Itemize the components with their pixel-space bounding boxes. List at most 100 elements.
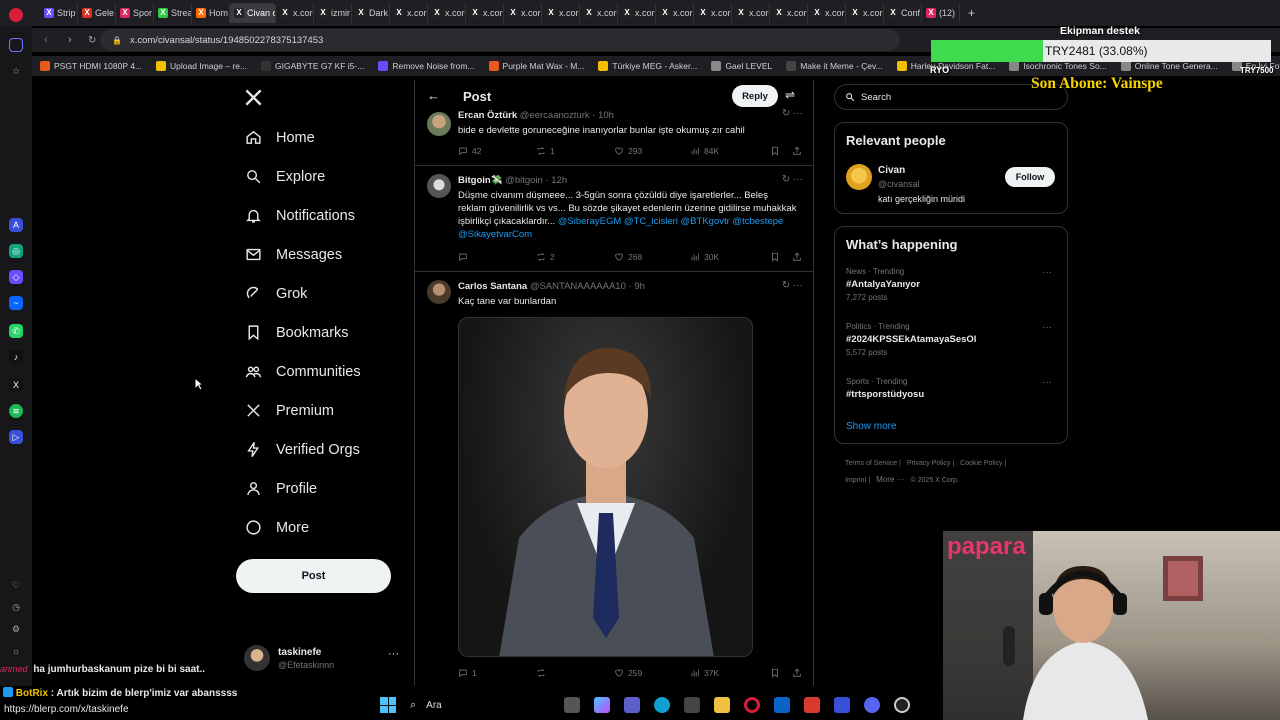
player-icon[interactable]: ▷	[9, 430, 23, 444]
bookmark-item[interactable]: Purple Mat Wax - M...	[488, 61, 584, 71]
tweet-item[interactable]: Carlos Santana @SANTANAAAAAA10 · 9h ↻ ··…	[415, 272, 813, 686]
back-arrow-icon[interactable]: ←	[427, 88, 440, 103]
folder-icon[interactable]	[714, 697, 730, 713]
repost-action[interactable]: 2	[536, 252, 614, 262]
browser-tab[interactable]: Xx.cor	[846, 3, 884, 23]
tweet-image[interactable]	[458, 317, 753, 657]
browser-tab[interactable]: Xx.cor	[618, 3, 656, 23]
bookmark-icon[interactable]	[770, 252, 780, 262]
nav-item-messages[interactable]: Messages	[236, 235, 416, 274]
taskbar-search[interactable]: ⌕ Ara	[410, 694, 550, 716]
browser-tab[interactable]: Xx.cor	[390, 3, 428, 23]
person-name[interactable]: Civan	[878, 165, 905, 176]
nav-item-more[interactable]: More	[236, 508, 416, 547]
teams-icon[interactable]	[624, 697, 640, 713]
browser-tab[interactable]: Xx.cor	[656, 3, 694, 23]
tweet-item[interactable]: Bitgoin💸 @bitgoin · 12h ↻ ··· Düşme civa…	[415, 166, 813, 272]
avatar[interactable]	[846, 164, 872, 190]
bookmark-item[interactable]: PSGT HDMI 1080P 4...	[40, 61, 142, 71]
x-logo-icon[interactable]	[244, 88, 263, 107]
views-action[interactable]: 84K	[690, 146, 770, 156]
cookie-link[interactable]: Cookie Policy	[960, 460, 1002, 467]
opera-icon[interactable]	[744, 697, 760, 713]
trend-item[interactable]: Sports · Trending #trtsporstüdyosu ···	[846, 377, 1056, 400]
reload-icon[interactable]: ↻	[88, 35, 96, 46]
messenger-icon[interactable]: ~	[9, 296, 23, 310]
lightbulb-icon[interactable]: ☼	[9, 644, 23, 658]
share-icon[interactable]	[792, 668, 802, 678]
browser-tab[interactable]: Xx.cor	[504, 3, 542, 23]
browser-tab[interactable]: XCivan on	[230, 3, 276, 23]
browser-tab[interactable]: X Gele	[78, 3, 116, 23]
imprint-link[interactable]: Imprint	[845, 477, 866, 484]
browser-tab[interactable]: Xx.cor	[276, 3, 314, 23]
bookmark-item[interactable]: Make it Meme - Çev...	[786, 61, 883, 71]
outlook-icon[interactable]	[774, 697, 790, 713]
x-icon[interactable]: X	[9, 378, 23, 392]
extension-icon[interactable]: ◇	[9, 270, 23, 284]
browser-tab[interactable]: X Strip	[40, 3, 78, 23]
browser-tab[interactable]: Xx.cor	[466, 3, 504, 23]
browser-tab[interactable]: X Hom	[192, 3, 230, 23]
nav-item-explore[interactable]: Explore	[236, 157, 416, 196]
privacy-link[interactable]: Privacy Policy	[907, 460, 951, 467]
nav-item-home[interactable]: Home	[236, 118, 416, 157]
like-action[interactable]: 293	[614, 146, 690, 156]
nav-item-notifications[interactable]: Notifications	[236, 196, 416, 235]
views-action[interactable]: 37K	[690, 668, 770, 678]
follow-button[interactable]: Follow	[1005, 167, 1055, 187]
more-link[interactable]: More ···	[876, 475, 904, 484]
bookmark-item[interactable]: GIGABYTE G7 KF i5-...	[261, 61, 364, 71]
tweet-item[interactable]: Ercan Öztürk @eercaanozturk · 10h ↻ ··· …	[415, 108, 813, 166]
taskview-icon[interactable]	[564, 697, 580, 713]
repost-action[interactable]: 1	[536, 146, 614, 156]
heart-icon[interactable]: ♡	[9, 578, 23, 592]
post-button[interactable]: Post	[236, 559, 391, 593]
more-icon[interactable]: ···	[1042, 267, 1052, 278]
history-icon[interactable]: ◷	[9, 600, 23, 614]
browser-tab[interactable]: X Strea	[154, 3, 192, 23]
filter-icon[interactable]: ⇌	[785, 88, 795, 102]
browser-tab[interactable]: Xx.cor	[428, 3, 466, 23]
like-action[interactable]: 259	[614, 668, 690, 678]
star-icon[interactable]: ☆	[9, 64, 23, 78]
new-tab-icon[interactable]: +	[968, 6, 975, 20]
discord-icon[interactable]	[864, 697, 880, 713]
browser-tab[interactable]: Xizmir	[314, 3, 352, 23]
share-icon[interactable]	[792, 146, 802, 156]
mention-link[interactable]: @SiberayEGM @TC_icisleri @BTKgovtr	[558, 216, 730, 227]
browser-tab[interactable]: Xx.cor	[808, 3, 846, 23]
reply-action[interactable]: 42	[458, 146, 536, 156]
browser-tab[interactable]: Xx.cor	[770, 3, 808, 23]
bookmark-item[interactable]: Türkiye MEG - Asker...	[598, 61, 697, 71]
reply-action[interactable]	[458, 252, 536, 262]
bookmark-item[interactable]: Online Tone Genera...	[1120, 61, 1218, 71]
browser-tab[interactable]: X Spor	[116, 3, 154, 23]
nav-item-bookmarks[interactable]: Bookmarks	[236, 313, 416, 352]
windows-start-icon[interactable]	[380, 697, 396, 713]
more-icon[interactable]: ↻ ···	[782, 280, 803, 291]
more-icon[interactable]: ···	[1042, 322, 1052, 333]
trend-item[interactable]: Politics · Trending #2024KPSSEkAtamayaSe…	[846, 322, 1056, 357]
views-action[interactable]: 30K	[690, 252, 770, 262]
tiktok-icon[interactable]: ♪	[9, 350, 23, 364]
like-action[interactable]: 268	[614, 252, 690, 262]
home-icon[interactable]	[9, 38, 23, 52]
share-icon[interactable]	[792, 252, 802, 262]
chatgpt-icon[interactable]: ◎	[9, 244, 23, 258]
back-icon[interactable]: ‹	[44, 34, 48, 46]
browser-tab[interactable]: X Dark	[352, 3, 390, 23]
nav-item-grok[interactable]: Grok	[236, 274, 416, 313]
nav-item-communities[interactable]: Communities	[236, 352, 416, 391]
terms-link[interactable]: Terms of Service	[845, 460, 897, 467]
browser-tab[interactable]: X Conf	[884, 3, 922, 23]
bookmark-item[interactable]: Isochronic Tones So...	[1009, 61, 1107, 71]
reply-action[interactable]: 1	[458, 668, 536, 678]
show-more-link[interactable]: Show more	[846, 421, 897, 432]
aria-icon[interactable]: A	[9, 218, 23, 232]
nav-item-premium[interactable]: Premium	[236, 391, 416, 430]
settings-icon[interactable]: ⚙	[9, 622, 23, 636]
browser-tab[interactable]: Xx.cor	[694, 3, 732, 23]
account-menu-icon[interactable]: ···	[388, 648, 399, 660]
url-input[interactable]: 🔒 x.com/civansal/status/1948502278375137…	[100, 29, 900, 51]
